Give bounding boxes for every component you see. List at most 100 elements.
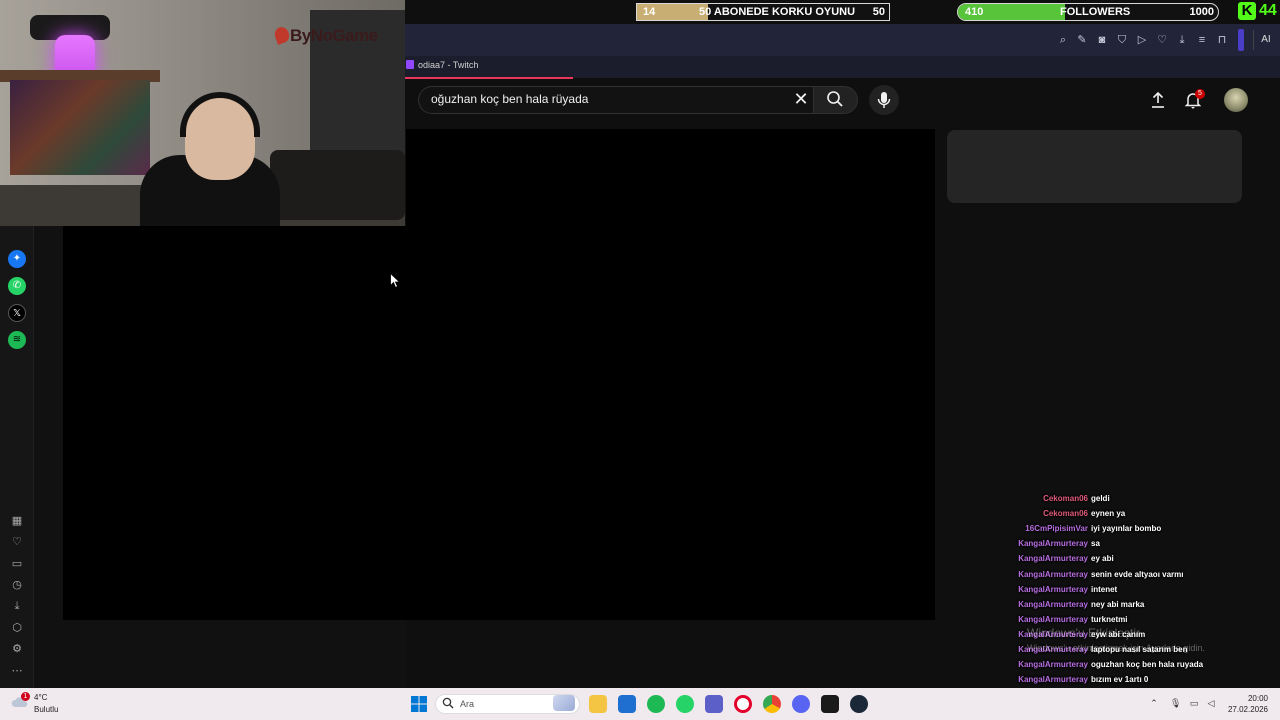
tab-title[interactable]: odiaa7 - Twitch [418,60,478,70]
chat-message: Cekoman06 geldi [1000,494,1280,509]
kick-logo-icon: K [1238,2,1256,20]
heart-icon[interactable]: ♡ [10,535,24,549]
weather-temperature[interactable]: 4°C [34,693,47,702]
chrome-icon[interactable] [763,695,781,713]
phone-link-icon[interactable] [821,695,839,713]
chat-message: KangalArmurteray sa [1000,539,1280,554]
chat-username: KangalArmurteray [1018,660,1088,670]
spotify-icon[interactable] [647,695,665,713]
chat-message: Cekoman06 eynen ya [1000,509,1280,524]
download-icon[interactable]: ⤓ [10,599,24,613]
history-icon[interactable]: ◷ [10,578,24,592]
chat-username: KangalArmurteray [1018,539,1088,549]
x-icon[interactable]: 𝕏 [8,304,26,322]
search-highlight-icon [553,695,575,711]
chat-text: iyi yayınlar bombo [1091,524,1162,534]
subscriber-goal-current: 14 [643,6,656,18]
search-icon[interactable] [826,90,844,108]
windows-activation-text: Windows'u etkinleştirmek için Ayarlar'a … [1027,643,1205,653]
apps-icon[interactable]: ▦ [10,514,24,528]
discord-icon[interactable] [792,695,810,713]
clock-time[interactable]: 20:00 [1236,694,1268,703]
follower-goal-label: FOLLOWERS [1060,6,1131,18]
settings-icon[interactable]: ⚙ [10,642,24,656]
weather-description[interactable]: Bulutlu [34,705,58,714]
chat-username: KangalArmurteray [1018,675,1088,685]
chat-text: senin evde altyaoı varmı [1091,569,1184,579]
chat-username: Cekoman06 [1043,494,1088,503]
weather-badge: 1 [21,692,30,701]
play-icon[interactable]: ▷ [1135,33,1149,47]
heart-icon[interactable]: ♡ [1155,33,1169,47]
whatsapp-icon[interactable]: ✆ [8,277,26,295]
chat-username: KangalArmurteray [1018,569,1088,579]
windows-activation-title: Windows'u Etkinleştir [1027,626,1140,640]
menu-icon[interactable]: ≡ [1195,33,1209,47]
download-icon[interactable]: ⤓ [1175,33,1189,47]
subscriber-goal-bar: 14 50 ABONEDE KORKU OYUNU 50 [636,3,890,21]
chat-username: KangalArmurteray [1018,584,1088,594]
edit-icon[interactable]: ✎ [1075,33,1089,47]
subscriber-goal-label: 50 ABONEDE KORKU OYUNU [699,6,856,18]
chat-text: eynen ya [1091,509,1126,519]
follower-goal-current: 410 [965,6,984,18]
volume-icon[interactable]: ◁ [1206,698,1216,708]
teams-icon[interactable] [705,695,723,713]
voice-search-button[interactable] [869,85,899,115]
box-icon[interactable]: ⬡ [10,621,24,635]
opera-icon[interactable] [734,695,752,713]
camera-icon[interactable]: ◙ [1095,33,1109,47]
accent-indicator [1238,29,1244,51]
stream-brand-logo: ByNoGame [272,25,378,46]
chat-username: 16CmPipisimVar [1025,524,1088,534]
chat-message: KangalArmurteray ey abi [1000,554,1280,569]
chat-message: KangalArmurteray intenet [1000,585,1280,600]
ai-button-label: AI [1261,34,1271,45]
more-icon[interactable]: ⋯ [10,664,24,678]
chat-text: sa [1091,539,1100,549]
clock-date[interactable]: 27.02.2026 [1226,705,1268,714]
chat-username: KangalArmurteray [1018,554,1088,564]
upload-icon[interactable] [1148,90,1168,110]
lock-icon[interactable]: ⊓ [1215,33,1229,47]
clear-search-icon[interactable]: ✕ [793,90,809,108]
avatar[interactable] [1224,88,1248,112]
network-icon[interactable]: ▭ [1189,698,1199,708]
subscriber-goal-target: 50 [872,6,885,18]
kick-viewer-count: 44 [1259,2,1277,19]
twitch-icon [406,60,414,69]
notification-count-badge: 5 [1195,89,1205,99]
whatsapp-icon[interactable] [676,695,694,713]
taskbar-search-placeholder[interactable]: Ara [460,699,474,709]
chat-text: intenet [1091,584,1118,594]
browser-sidebar: ✦ ✆ 𝕏 ≋ ▦ ♡ ▭ ◷ ⤓ ⬡ ⚙ ⋯ [0,226,34,688]
follower-goal-target: 1000 [1189,6,1214,18]
chat-username: KangalArmurteray [1018,599,1088,609]
windows-start-icon[interactable] [411,696,427,712]
video-player[interactable] [63,226,935,620]
search-icon[interactable]: ⌕ [1056,33,1070,47]
shield-icon[interactable]: ⛉ [1115,33,1129,47]
tab-bar [405,56,1280,78]
spotify-icon[interactable]: ≋ [8,331,26,349]
ai-button[interactable]: AI [1253,30,1278,50]
chat-text: ney abi marka [1091,599,1145,609]
search-query-text[interactable]: oğuzhan koç ben hala rüyada [431,92,588,106]
video-player-top [406,129,935,226]
taskbar-search-icon [442,697,454,709]
steam-icon[interactable] [850,695,868,713]
chat-text: ey abi [1091,554,1114,564]
microphone-icon [877,92,891,108]
chat-text: oguzhan koç ben hala ruyada [1091,660,1204,670]
sidebar-placeholder-card [947,130,1242,203]
messenger-icon[interactable]: ✦ [8,250,26,268]
outlook-icon[interactable] [618,695,636,713]
chat-text: bızım ev 1artı 0 [1091,675,1149,685]
chat-message: KangalArmurteray senin evde altyaoı varmı [1000,570,1280,585]
windows-taskbar [0,688,1280,720]
tray-chevron-icon[interactable]: ⌃ [1149,698,1159,708]
cast-icon[interactable]: ▭ [10,557,24,571]
file-explorer-icon[interactable] [589,695,607,713]
microphone-tray-icon[interactable]: 🎙 [1170,698,1181,708]
chat-message: 16CmPipisimVar iyi yayınlar bombo [1000,524,1280,539]
